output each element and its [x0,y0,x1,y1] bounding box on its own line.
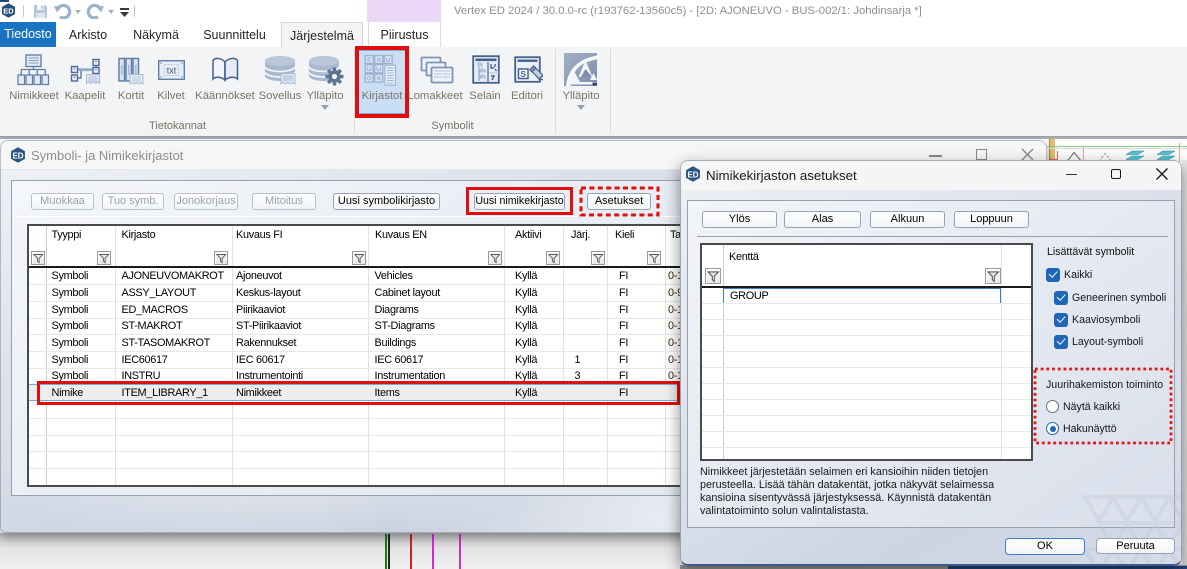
svg-text:S: S [520,69,526,79]
svg-text:ED: ED [12,151,23,160]
svg-text:ED: ED [687,170,698,179]
svg-text:ED: ED [3,6,14,15]
svg-text:txt: txt [167,65,177,75]
